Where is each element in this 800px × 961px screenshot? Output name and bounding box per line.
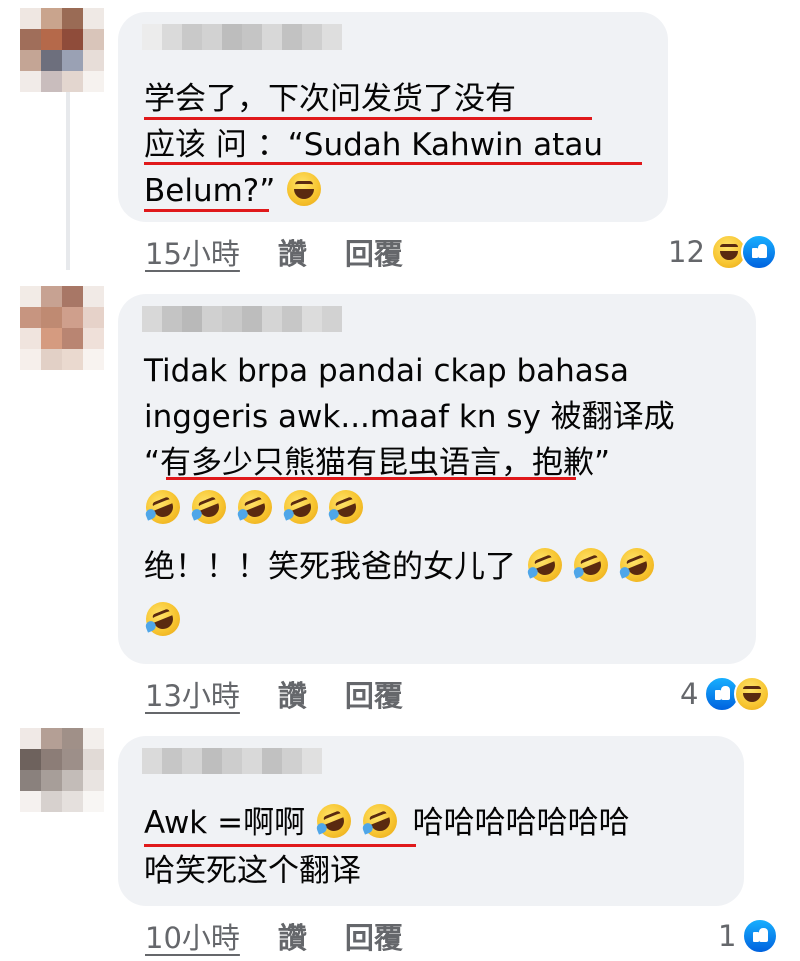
comment-thread: 学会了，下次问发货了没有 应该 问 ：“Sudah Kahwin atau Be… bbox=[0, 0, 800, 961]
reply-button[interactable]: 回覆 bbox=[345, 231, 403, 273]
rofl-emoji bbox=[357, 798, 402, 844]
reaction-count: 4 bbox=[680, 677, 699, 711]
emoji-row bbox=[140, 596, 186, 644]
rofl-emoji bbox=[278, 484, 323, 530]
rofl-emoji bbox=[140, 484, 186, 530]
highlight-underline bbox=[144, 162, 642, 165]
like-button[interactable]: 讚 bbox=[278, 915, 307, 957]
reaction-summary[interactable]: 12 bbox=[668, 232, 777, 272]
comment-bubble: Tidak brpa pandai ckap bahasa inggeris a… bbox=[118, 294, 756, 664]
like-button[interactable]: 讚 bbox=[278, 673, 307, 715]
rofl-emoji bbox=[568, 542, 613, 588]
reaction-count: 1 bbox=[718, 919, 737, 953]
grinning-squinting-emoji bbox=[287, 172, 322, 206]
comment-text-line: Awk =啊啊 哈哈哈哈哈哈哈 bbox=[144, 798, 630, 846]
highlight-underline bbox=[166, 477, 576, 480]
comment-text-fragment: 绝！！！笑死我爸的女儿了 bbox=[144, 549, 516, 585]
reply-button[interactable]: 回覆 bbox=[345, 673, 403, 715]
like-reaction-icon bbox=[742, 918, 779, 954]
emoji-row bbox=[140, 484, 369, 532]
like-reaction-icon bbox=[740, 234, 777, 270]
comment-text-line: 哈笑死这个翻译 bbox=[144, 853, 361, 889]
comment-text-line: 学会了，下次问发货了没有 bbox=[144, 81, 516, 117]
rofl-emoji bbox=[140, 596, 186, 642]
rofl-emoji bbox=[232, 484, 277, 530]
rofl-emoji bbox=[324, 484, 369, 530]
comment-bubble: Awk =啊啊 哈哈哈哈哈哈哈 哈笑死这个翻译 bbox=[118, 736, 744, 906]
reaction-count: 12 bbox=[668, 235, 705, 269]
thread-connector-line bbox=[66, 90, 70, 270]
rofl-emoji bbox=[186, 484, 231, 530]
comment-text-line: inggeris awk...maaf kn sy 被翻译成 bbox=[144, 399, 675, 435]
highlight-underline bbox=[144, 209, 269, 212]
avatar[interactable] bbox=[20, 286, 104, 370]
rofl-emoji bbox=[522, 542, 567, 588]
avatar[interactable] bbox=[20, 728, 104, 812]
timestamp-link[interactable]: 10小時 bbox=[145, 915, 240, 957]
haha-reaction-icon bbox=[734, 676, 771, 712]
comment-text-fragment: Awk =啊啊 bbox=[144, 805, 306, 841]
comment-actions: 13小時 讚 回覆 bbox=[145, 674, 403, 714]
reaction-summary[interactable]: 1 bbox=[718, 916, 779, 956]
comment-text-fragment: Belum?” bbox=[144, 173, 276, 209]
comment-text-line: Tidak brpa pandai ckap bahasa bbox=[144, 353, 629, 389]
avatar[interactable] bbox=[20, 8, 104, 92]
timestamp-link[interactable]: 15小時 bbox=[145, 231, 240, 273]
comment-actions: 15小時 讚 回覆 bbox=[145, 232, 403, 272]
timestamp-link[interactable]: 13小時 bbox=[145, 673, 240, 715]
commenter-name-redacted[interactable] bbox=[142, 306, 342, 332]
reply-button[interactable]: 回覆 bbox=[345, 915, 403, 957]
comment-text-line: Belum?” bbox=[144, 168, 322, 214]
reaction-summary[interactable]: 4 bbox=[680, 674, 771, 714]
comment-bubble: 学会了，下次问发货了没有 应该 问 ：“Sudah Kahwin atau Be… bbox=[118, 12, 668, 222]
highlight-underline bbox=[144, 117, 592, 120]
rofl-emoji bbox=[614, 542, 659, 588]
like-button[interactable]: 讚 bbox=[278, 231, 307, 273]
comment-text-fragment: 哈哈哈哈哈哈哈 bbox=[412, 805, 630, 841]
commenter-name-redacted[interactable] bbox=[142, 24, 342, 50]
commenter-name-redacted[interactable] bbox=[142, 748, 322, 774]
comment-text-line: 绝！！！笑死我爸的女儿了 bbox=[144, 542, 659, 590]
rofl-emoji bbox=[311, 798, 357, 844]
comment-actions: 10小時 讚 回覆 bbox=[145, 916, 403, 956]
highlight-underline bbox=[144, 844, 416, 847]
